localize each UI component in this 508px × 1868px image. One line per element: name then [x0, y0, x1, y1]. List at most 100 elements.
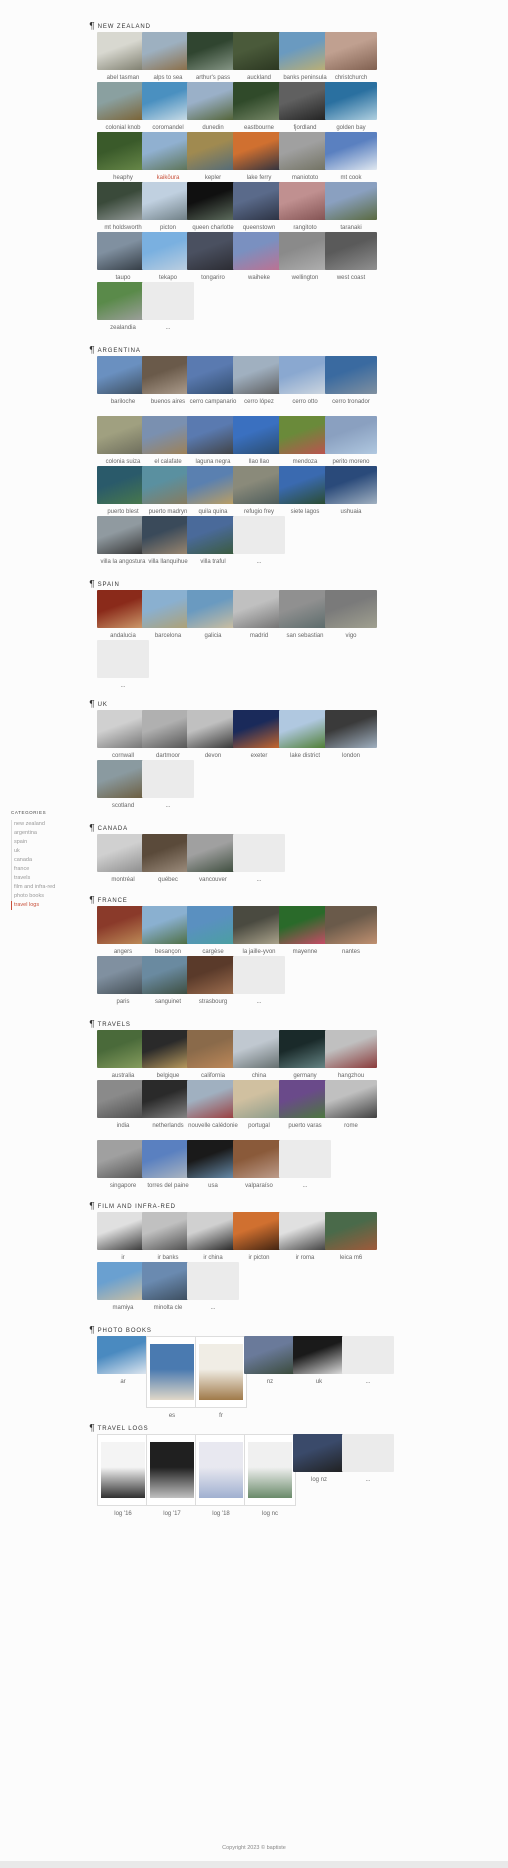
- gallery-tile[interactable]: log nc: [244, 1434, 296, 1518]
- gallery-tile[interactable]: log '16: [97, 1434, 149, 1518]
- tile-caption[interactable]: taranaki: [325, 224, 377, 232]
- gallery-tile[interactable]: cerro tronador: [325, 356, 377, 406]
- gallery-tile[interactable]: mayenne: [279, 906, 331, 956]
- tile-caption[interactable]: golden bay: [325, 124, 377, 132]
- tile-caption[interactable]: log '18: [195, 1510, 247, 1518]
- tile-caption[interactable]: ir picton: [233, 1254, 285, 1262]
- gallery-tile[interactable]: queenstown: [233, 182, 285, 232]
- tile-caption[interactable]: llao llao: [233, 458, 285, 466]
- gallery-tile[interactable]: london: [325, 710, 377, 760]
- tile-caption[interactable]: ir roma: [279, 1254, 331, 1262]
- tile-caption[interactable]: siete lagos: [279, 508, 331, 516]
- gallery-tile[interactable]: rome: [325, 1080, 377, 1130]
- photo-thumbnail[interactable]: [233, 32, 285, 70]
- tile-caption[interactable]: ir china: [187, 1254, 239, 1262]
- gallery-tile[interactable]: china: [233, 1030, 285, 1080]
- sidebar-item-argentina[interactable]: argentina: [11, 829, 83, 838]
- photo-thumbnail[interactable]: [325, 466, 377, 504]
- gallery-tile[interactable]: kepler: [187, 132, 239, 182]
- tile-caption[interactable]: cargèse: [187, 948, 239, 956]
- gallery-tile[interactable]: nantes: [325, 906, 377, 956]
- photo-thumbnail[interactable]: [233, 1030, 285, 1068]
- tile-caption[interactable]: perito moreno: [325, 458, 377, 466]
- photo-thumbnail[interactable]: [187, 82, 239, 120]
- photo-thumbnail[interactable]: [187, 466, 239, 504]
- gallery-tile[interactable]: auckland: [233, 32, 285, 82]
- gallery-tile[interactable]: leica m6: [325, 1212, 377, 1262]
- tile-caption[interactable]: cerro campanario: [187, 398, 239, 406]
- photo-thumbnail[interactable]: [97, 1336, 149, 1374]
- tile-caption[interactable]: puerto varas: [279, 1122, 331, 1130]
- sidebar-item-spain[interactable]: spain: [11, 838, 83, 847]
- tile-caption[interactable]: devon: [187, 752, 239, 760]
- tile-caption[interactable]: queenstown: [233, 224, 285, 232]
- sidebar-item-travels[interactable]: travels: [11, 874, 83, 883]
- tile-caption[interactable]: auckland: [233, 74, 285, 82]
- photo-thumbnail[interactable]: [233, 466, 285, 504]
- gallery-tile[interactable]: lake district: [279, 710, 331, 760]
- gallery-tile[interactable]: log '17: [146, 1434, 198, 1518]
- photo-thumbnail[interactable]: [187, 182, 239, 220]
- photo-thumbnail[interactable]: [279, 416, 331, 454]
- photo-thumbnail[interactable]: [187, 1030, 239, 1068]
- tile-caption[interactable]: cerro otto: [279, 398, 331, 406]
- photo-thumbnail[interactable]: [279, 356, 331, 394]
- gallery-tile[interactable]: nz: [244, 1336, 296, 1386]
- tile-caption[interactable]: germany: [279, 1072, 331, 1080]
- tile-caption[interactable]: vigo: [325, 632, 377, 640]
- tile-caption[interactable]: eastbourne: [233, 124, 285, 132]
- photo-thumbnail[interactable]: [187, 1080, 239, 1118]
- photo-thumbnail[interactable]: [325, 590, 377, 628]
- gallery-tile[interactable]: ir china: [187, 1212, 239, 1262]
- tile-caption[interactable]: nz: [244, 1378, 296, 1386]
- tile-caption[interactable]: leica m6: [325, 1254, 377, 1262]
- gallery-tile[interactable]: madrid: [233, 590, 285, 640]
- photo-thumbnail[interactable]: [325, 82, 377, 120]
- gallery-tile[interactable]: cerro lópez: [233, 356, 285, 406]
- gallery-tile[interactable]: cerro otto: [279, 356, 331, 406]
- gallery-tile[interactable]: wellington: [279, 232, 331, 282]
- tile-caption[interactable]: galicia: [187, 632, 239, 640]
- tile-caption[interactable]: london: [325, 752, 377, 760]
- tile-caption[interactable]: strasbourg: [187, 998, 239, 1006]
- gallery-tile[interactable]: rangitoto: [279, 182, 331, 232]
- sidebar-item-travel-logs[interactable]: travel logs: [11, 901, 83, 910]
- gallery-tile[interactable]: tongariro: [187, 232, 239, 282]
- tile-caption[interactable]: villa traful: [187, 558, 239, 566]
- photo-thumbnail[interactable]: [279, 906, 331, 944]
- photo-thumbnail[interactable]: [233, 82, 285, 120]
- tile-caption[interactable]: mendoza: [279, 458, 331, 466]
- tile-caption[interactable]: portugal: [233, 1122, 285, 1130]
- photo-thumbnail[interactable]: [279, 710, 331, 748]
- gallery-tile[interactable]: banks peninsula: [279, 32, 331, 82]
- photo-thumbnail[interactable]: [279, 82, 331, 120]
- gallery-tile[interactable]: devon: [187, 710, 239, 760]
- sidebar-item-uk[interactable]: uk: [11, 847, 83, 856]
- tile-caption[interactable]: refugio frey: [233, 508, 285, 516]
- photo-thumbnail[interactable]: [187, 956, 239, 994]
- sidebar-item-new-zealand[interactable]: new zealand: [11, 820, 83, 829]
- gallery-tile[interactable]: exeter: [233, 710, 285, 760]
- gallery-tile[interactable]: perito moreno: [325, 416, 377, 466]
- gallery-tile[interactable]: siete lagos: [279, 466, 331, 516]
- tile-caption[interactable]: hangzhou: [325, 1072, 377, 1080]
- photo-thumbnail[interactable]: [325, 182, 377, 220]
- gallery-tile[interactable]: portugal: [233, 1080, 285, 1130]
- sidebar-item-photo-books[interactable]: photo books: [11, 892, 83, 901]
- tile-caption[interactable]: vancouver: [187, 876, 239, 884]
- gallery-tile[interactable]: christchurch: [325, 32, 377, 82]
- tile-caption[interactable]: ushuaia: [325, 508, 377, 516]
- photo-thumbnail[interactable]: [279, 232, 331, 270]
- tile-caption[interactable]: rangitoto: [279, 224, 331, 232]
- photo-thumbnail[interactable]: [325, 1080, 377, 1118]
- photo-thumbnail[interactable]: [233, 1140, 285, 1178]
- tile-caption[interactable]: log nz: [293, 1476, 345, 1484]
- photo-thumbnail[interactable]: [279, 182, 331, 220]
- tile-caption[interactable]: california: [187, 1072, 239, 1080]
- photo-thumbnail[interactable]: [233, 590, 285, 628]
- tile-caption[interactable]: cerro tronador: [325, 398, 377, 406]
- photo-thumbnail[interactable]: [279, 590, 331, 628]
- gallery-tile[interactable]: valparaíso: [233, 1140, 285, 1190]
- gallery-tile[interactable]: germany: [279, 1030, 331, 1080]
- gallery-tile[interactable]: taranaki: [325, 182, 377, 232]
